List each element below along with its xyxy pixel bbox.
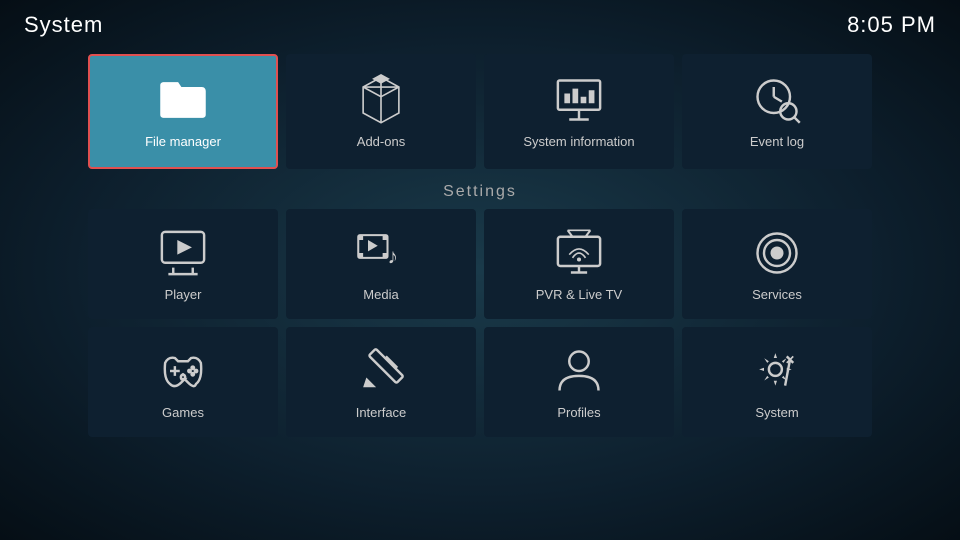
tile-interface[interactable]: Interface bbox=[286, 327, 476, 437]
tile-system-label: System bbox=[755, 405, 798, 420]
settings-row-2: Games Interface Profiles bbox=[80, 327, 880, 437]
folder-icon bbox=[157, 74, 209, 126]
top-row: File manager Add-ons System information bbox=[0, 54, 960, 169]
tile-interface-label: Interface bbox=[356, 405, 407, 420]
tile-profiles[interactable]: Profiles bbox=[484, 327, 674, 437]
tile-player-label: Player bbox=[165, 287, 202, 302]
svg-text:♪: ♪ bbox=[388, 245, 399, 268]
gamepad-icon bbox=[157, 345, 209, 397]
tile-media-label: Media bbox=[363, 287, 398, 302]
tile-player[interactable]: Player bbox=[88, 209, 278, 319]
tile-games-label: Games bbox=[162, 405, 204, 420]
page-title: System bbox=[24, 12, 103, 38]
pencil-icon bbox=[355, 345, 407, 397]
tile-add-ons-label: Add-ons bbox=[357, 134, 405, 149]
user-icon bbox=[553, 345, 605, 397]
tile-services-label: Services bbox=[752, 287, 802, 302]
play-icon bbox=[157, 227, 209, 279]
tile-pvr-live-tv[interactable]: PVR & Live TV bbox=[484, 209, 674, 319]
tile-pvr-live-tv-label: PVR & Live TV bbox=[536, 287, 622, 302]
presentation-icon bbox=[553, 74, 605, 126]
tile-media[interactable]: ♪ Media bbox=[286, 209, 476, 319]
tile-event-log-label: Event log bbox=[750, 134, 804, 149]
tile-add-ons[interactable]: Add-ons bbox=[286, 54, 476, 169]
podcast-icon bbox=[751, 227, 803, 279]
tile-system-information[interactable]: System information bbox=[484, 54, 674, 169]
tile-system[interactable]: System bbox=[682, 327, 872, 437]
settings-row-1: Player ♪ Media bbox=[80, 209, 880, 319]
settings-label: Settings bbox=[0, 183, 960, 201]
header: System 8:05 PM bbox=[0, 0, 960, 50]
tv-icon bbox=[553, 227, 605, 279]
media-icon: ♪ bbox=[355, 227, 407, 279]
tile-event-log[interactable]: Event log bbox=[682, 54, 872, 169]
tile-games[interactable]: Games bbox=[88, 327, 278, 437]
tile-file-manager-label: File manager bbox=[145, 134, 221, 149]
tile-system-information-label: System information bbox=[523, 134, 634, 149]
clock: 8:05 PM bbox=[847, 12, 936, 38]
gear-fork-icon bbox=[751, 345, 803, 397]
settings-grid: Player ♪ Media bbox=[0, 209, 960, 437]
tile-file-manager[interactable]: File manager bbox=[88, 54, 278, 169]
box-icon bbox=[355, 74, 407, 126]
tile-profiles-label: Profiles bbox=[557, 405, 600, 420]
tile-services[interactable]: Services bbox=[682, 209, 872, 319]
clock-search-icon bbox=[751, 74, 803, 126]
